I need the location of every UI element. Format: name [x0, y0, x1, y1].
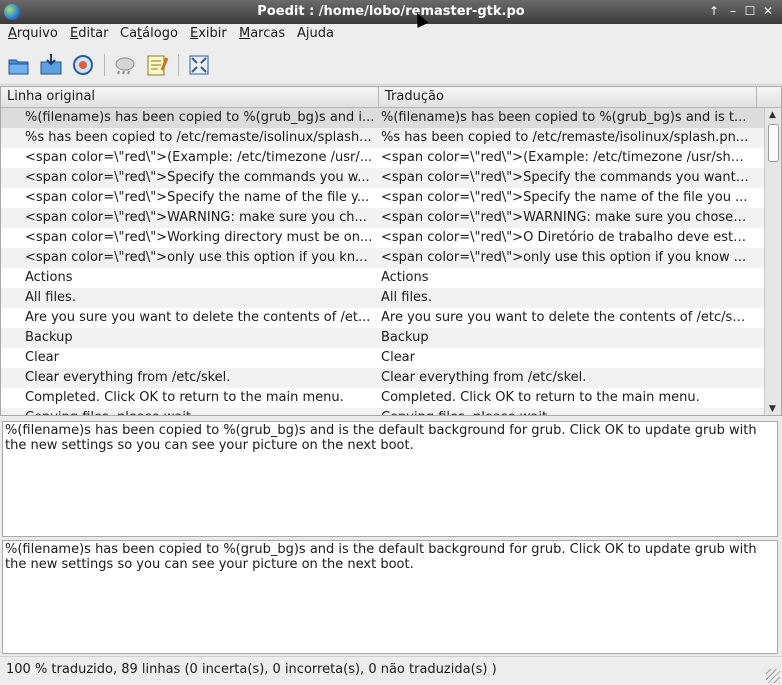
menu-arquivo[interactable]: Arquivo: [8, 26, 58, 41]
table-row[interactable]: <span color=\"red\">(Example: /etc/timez…: [1, 148, 765, 168]
comment-icon[interactable]: [144, 52, 170, 78]
table-row[interactable]: Backup Backup: [1, 328, 765, 348]
column-header-original[interactable]: Linha original: [1, 87, 379, 107]
cell-translation: <span color=\"red\">O Diretório de traba…: [381, 230, 749, 245]
toolbar: [0, 46, 782, 85]
menu-bar: Arquivo Editar Catálogo Exibir Marcas Aj…: [0, 24, 782, 46]
cell-original: All files.: [25, 290, 76, 305]
cell-original: <span color=\"red\">Specify the commands…: [25, 170, 370, 185]
table-row[interactable]: %s has been copied to /etc/remaste/isoli…: [1, 128, 765, 148]
cell-original: %(filename)s has been copied to %(grub_b…: [25, 110, 375, 125]
table-row[interactable]: Actions Actions: [1, 268, 765, 288]
list-rows: %(filename)s has been copied to %(grub_b…: [1, 108, 765, 415]
table-row[interactable]: %(filename)s has been copied to %(grub_b…: [1, 108, 765, 128]
cell-translation: Clear everything from /etc/skel.: [381, 370, 587, 385]
status-text: 100 % traduzido, 89 linhas (0 incerta(s)…: [6, 662, 497, 677]
cell-original: Copying files, please wait...: [25, 408, 375, 415]
menu-exibir[interactable]: Exibir: [190, 26, 227, 41]
cell-original: Clear: [25, 350, 59, 365]
table-row[interactable]: <span color=\"red\">Working directory mu…: [1, 228, 765, 248]
cell-original: Clear everything from /etc/skel.: [25, 370, 231, 385]
cell-original: Are you sure you want to delete the cont…: [25, 310, 371, 325]
cell-original: Completed. Click OK to return to the mai…: [25, 390, 344, 405]
cell-translation: Actions: [381, 270, 429, 285]
translation-text-editor[interactable]: %(filename)s has been copied to %(grub_b…: [2, 540, 778, 654]
list-header: Linha original Tradução: [1, 87, 781, 108]
minimize-button[interactable]: –: [725, 3, 741, 19]
translation-list[interactable]: Linha original Tradução %(filename)s has…: [0, 86, 782, 416]
menu-catalogo[interactable]: Catálogo: [120, 26, 178, 41]
window-title: Poedit : /home/lobo/remaster-gtk.po: [257, 4, 525, 19]
table-row[interactable]: Are you sure you want to delete the cont…: [1, 308, 765, 328]
cell-original: %s has been copied to /etc/remaste/isoli…: [25, 130, 372, 145]
cell-translation: <span color=\"red\">only use this option…: [381, 250, 747, 265]
cell-translation: %(filename)s has been copied to %(grub_b…: [381, 110, 747, 125]
cell-translation: Backup: [381, 330, 429, 345]
source-text-pane: %(filename)s has been copied to %(grub_b…: [2, 421, 778, 537]
open-icon[interactable]: [6, 52, 32, 78]
table-row[interactable]: <span color=\"red\">WARNING: make sure y…: [1, 208, 765, 228]
cell-original: Backup: [25, 330, 73, 345]
table-row[interactable]: <span color=\"red\">only use this option…: [1, 248, 765, 268]
cell-translation: <span color=\"red\">Specify the commands…: [381, 170, 749, 185]
table-row[interactable]: <span color=\"red\">Specify the commands…: [1, 168, 765, 188]
save-icon[interactable]: [38, 52, 64, 78]
cell-original: <span color=\"red\">Specify the name of …: [25, 190, 370, 205]
title-bar[interactable]: Poedit : /home/lobo/remaster-gtk.po ↑ – …: [0, 0, 782, 24]
scrollbar-thumb[interactable]: [768, 124, 779, 162]
status-bar: 100 % traduzido, 89 linhas (0 incerta(s)…: [0, 656, 782, 685]
window-up-arrow-icon[interactable]: ↑: [706, 3, 722, 19]
cell-translation: Are you sure you want to delete the cont…: [381, 310, 749, 325]
cell-translation: All files.: [381, 290, 432, 305]
cell-translation: Copying files, please wait...: [381, 408, 749, 415]
cell-translation: Completed. Click OK to return to the mai…: [381, 390, 700, 405]
toolbar-separator: [178, 54, 179, 76]
cell-original: Actions: [25, 270, 73, 285]
menu-ajuda[interactable]: Ajuda: [297, 26, 334, 41]
close-button[interactable]: ✕: [760, 3, 776, 19]
maximize-button[interactable]: ☐: [742, 3, 758, 19]
toolbar-separator: [104, 54, 105, 76]
list-scrollbar[interactable]: ▲ ▼: [764, 108, 781, 415]
fullscreen-icon[interactable]: [186, 52, 212, 78]
update-catalog-icon[interactable]: [70, 52, 96, 78]
cell-original: <span color=\"red\">WARNING: make sure y…: [25, 210, 367, 225]
fuzzy-icon[interactable]: [112, 52, 138, 78]
menu-marcas[interactable]: Marcas: [239, 26, 285, 41]
table-row[interactable]: Clear Clear: [1, 348, 765, 368]
column-header-translation[interactable]: Tradução: [379, 87, 757, 107]
cell-original: <span color=\"red\">only use this option…: [25, 250, 368, 265]
table-row[interactable]: All files. All files.: [1, 288, 765, 308]
cell-translation: <span color=\"red\">Specify the name of …: [381, 190, 748, 205]
cell-translation: <span color=\"red\">WARNING: make sure y…: [381, 210, 749, 225]
menu-editar[interactable]: Editar: [70, 26, 109, 41]
cell-translation: <span color=\"red\">(Example: /etc/timez…: [381, 150, 749, 165]
cell-original: <span color=\"red\">(Example: /etc/timez…: [25, 150, 373, 165]
scroll-down-arrow-icon[interactable]: ▼: [765, 402, 780, 415]
resize-grip-icon[interactable]: [766, 669, 780, 683]
table-row[interactable]: Clear everything from /etc/skel. Clear ev…: [1, 368, 765, 388]
cell-original: <span color=\"red\">Working directory mu…: [25, 230, 373, 245]
cell-translation: %s has been copied to /etc/remaste/isoli…: [381, 130, 749, 145]
table-row[interactable]: Copying files, please wait... Copying fil…: [1, 408, 765, 415]
cell-translation: Clear: [381, 350, 415, 365]
table-row[interactable]: Completed. Click OK to return to the mai…: [1, 388, 765, 408]
scroll-up-arrow-icon[interactable]: ▲: [765, 108, 780, 122]
table-row[interactable]: <span color=\"red\">Specify the name of …: [1, 188, 765, 208]
